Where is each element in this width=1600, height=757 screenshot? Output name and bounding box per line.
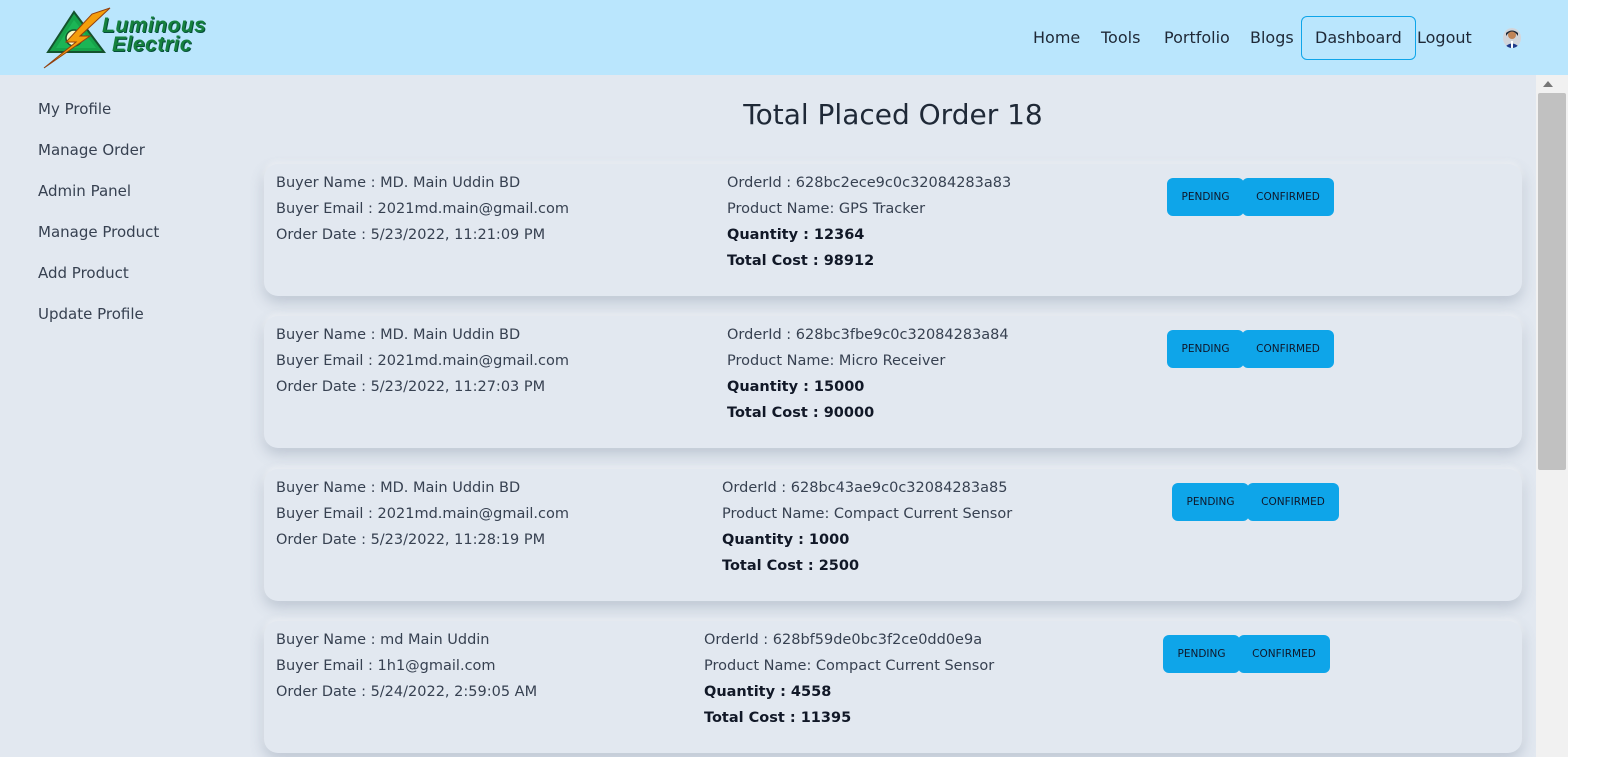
total-cost: Total Cost : 98912 bbox=[727, 253, 875, 269]
status-buttons: PENDING CONFIRMED bbox=[1163, 635, 1330, 673]
order-date: Order Date : 5/23/2022, 11:21:09 PM bbox=[276, 227, 546, 243]
quantity: Quantity : 1000 bbox=[722, 532, 850, 548]
order-id: OrderId : 628bc3fbe9c0c32084283a84 bbox=[727, 327, 1009, 343]
brand-name: Luminous Electric bbox=[102, 15, 206, 56]
nav-dashboard[interactable]: Dashboard bbox=[1301, 16, 1416, 60]
dashboard-sidebar: My Profile Manage Order Admin Panel Mana… bbox=[38, 92, 159, 338]
order-info: OrderId : 628bf59de0bc3f2ce0dd0e9a Produ… bbox=[704, 627, 994, 731]
order-info: OrderId : 628bc43ae9c0c32084283a85 Produ… bbox=[722, 475, 1012, 579]
order-card: Buyer Name : MD. Main Uddin BD Buyer Ema… bbox=[264, 469, 1522, 601]
total-cost: Total Cost : 11395 bbox=[704, 710, 852, 726]
nav-logout[interactable]: Logout bbox=[1417, 16, 1472, 60]
confirmed-button[interactable]: CONFIRMED bbox=[1247, 483, 1339, 521]
buyer-name: Buyer Name : MD. Main Uddin BD bbox=[276, 175, 521, 191]
pending-button[interactable]: PENDING bbox=[1172, 483, 1249, 521]
pending-button[interactable]: PENDING bbox=[1167, 330, 1244, 368]
quantity: Quantity : 15000 bbox=[727, 379, 865, 395]
scrollbar-thumb[interactable] bbox=[1538, 93, 1566, 470]
product-name: Product Name: GPS Tracker bbox=[727, 201, 926, 217]
confirmed-button[interactable]: CONFIRMED bbox=[1242, 178, 1334, 216]
confirmed-button[interactable]: CONFIRMED bbox=[1238, 635, 1330, 673]
quantity: Quantity : 4558 bbox=[704, 684, 832, 700]
order-id: OrderId : 628bc43ae9c0c32084283a85 bbox=[722, 480, 1008, 496]
page-title: Total Placed Order 18 bbox=[743, 98, 1043, 131]
buyer-name: Buyer Name : md Main Uddin bbox=[276, 632, 490, 648]
top-navbar: Luminous Electric Home Tools Portfolio B… bbox=[0, 0, 1568, 75]
scroll-up-arrow-icon[interactable] bbox=[1543, 81, 1553, 87]
order-card: Buyer Name : MD. Main Uddin BD Buyer Ema… bbox=[264, 316, 1522, 448]
buyer-info: Buyer Name : MD. Main Uddin BD Buyer Ema… bbox=[276, 170, 569, 248]
status-buttons: PENDING CONFIRMED bbox=[1167, 330, 1334, 368]
nav-home[interactable]: Home bbox=[1033, 16, 1080, 60]
brand-line-2: Electric bbox=[112, 33, 192, 56]
buyer-email: Buyer Email : 1h1@gmail.com bbox=[276, 658, 496, 674]
buyer-email: Buyer Email : 2021md.main@gmail.com bbox=[276, 201, 569, 217]
order-id: OrderId : 628bc2ece9c0c32084283a83 bbox=[727, 175, 1012, 191]
pending-button[interactable]: PENDING bbox=[1163, 635, 1240, 673]
buyer-name: Buyer Name : MD. Main Uddin BD bbox=[276, 327, 521, 343]
product-name: Product Name: Micro Receiver bbox=[727, 353, 946, 369]
status-buttons: PENDING CONFIRMED bbox=[1172, 483, 1339, 521]
order-card: Buyer Name : MD. Main Uddin BD Buyer Ema… bbox=[264, 164, 1522, 296]
order-id: OrderId : 628bf59de0bc3f2ce0dd0e9a bbox=[704, 632, 983, 648]
quantity: Quantity : 12364 bbox=[727, 227, 865, 243]
confirmed-button[interactable]: CONFIRMED bbox=[1242, 330, 1334, 368]
order-card: Buyer Name : md Main Uddin Buyer Email :… bbox=[264, 621, 1522, 753]
sidebar-item-admin-panel[interactable]: Admin Panel bbox=[38, 174, 159, 215]
sidebar-item-manage-product[interactable]: Manage Product bbox=[38, 215, 159, 256]
pending-button[interactable]: PENDING bbox=[1167, 178, 1244, 216]
order-info: OrderId : 628bc3fbe9c0c32084283a84 Produ… bbox=[727, 322, 1009, 426]
nav-portfolio[interactable]: Portfolio bbox=[1164, 16, 1230, 60]
product-name: Product Name: Compact Current Sensor bbox=[704, 658, 995, 674]
sidebar-item-my-profile[interactable]: My Profile bbox=[38, 92, 159, 133]
sidebar-item-manage-order[interactable]: Manage Order bbox=[38, 133, 159, 174]
nav-blogs[interactable]: Blogs bbox=[1250, 16, 1294, 60]
product-name: Product Name: Compact Current Sensor bbox=[722, 506, 1013, 522]
brand-logo[interactable]: Luminous Electric bbox=[40, 6, 230, 70]
buyer-email: Buyer Email : 2021md.main@gmail.com bbox=[276, 353, 569, 369]
user-photo bbox=[1503, 28, 1521, 48]
nav-tools[interactable]: Tools bbox=[1101, 16, 1140, 60]
buyer-name: Buyer Name : MD. Main Uddin BD bbox=[276, 480, 521, 496]
status-buttons: PENDING CONFIRMED bbox=[1167, 178, 1334, 216]
buyer-info: Buyer Name : MD. Main Uddin BD Buyer Ema… bbox=[276, 475, 569, 553]
order-info: OrderId : 628bc2ece9c0c32084283a83 Produ… bbox=[727, 170, 1011, 274]
window-edge bbox=[1568, 0, 1600, 757]
sidebar-item-add-product[interactable]: Add Product bbox=[38, 256, 159, 297]
buyer-info: Buyer Name : md Main Uddin Buyer Email :… bbox=[276, 627, 537, 705]
total-cost: Total Cost : 2500 bbox=[722, 558, 860, 574]
user-avatar-icon[interactable] bbox=[1503, 28, 1521, 48]
order-date: Order Date : 5/23/2022, 11:28:19 PM bbox=[276, 532, 546, 548]
order-date: Order Date : 5/23/2022, 11:27:03 PM bbox=[276, 379, 546, 395]
total-cost: Total Cost : 90000 bbox=[727, 405, 875, 421]
buyer-info: Buyer Name : MD. Main Uddin BD Buyer Ema… bbox=[276, 322, 569, 400]
order-date: Order Date : 5/24/2022, 2:59:05 AM bbox=[276, 684, 538, 700]
sidebar-item-update-profile[interactable]: Update Profile bbox=[38, 297, 159, 338]
buyer-email: Buyer Email : 2021md.main@gmail.com bbox=[276, 506, 569, 522]
